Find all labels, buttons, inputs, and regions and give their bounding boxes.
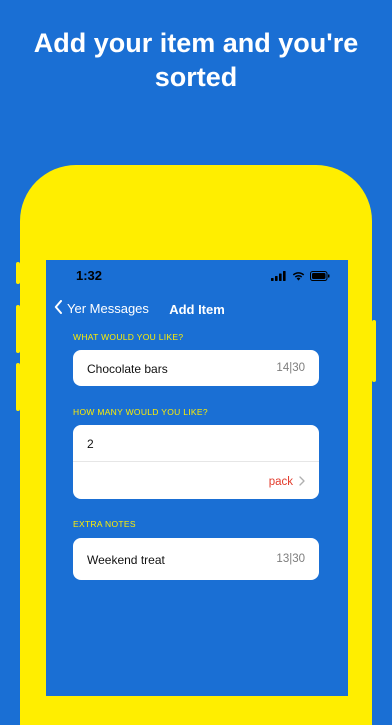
signal-icon bbox=[271, 268, 287, 286]
unit-selector[interactable]: pack bbox=[269, 473, 305, 491]
headline: Add your item and you're sorted bbox=[0, 26, 392, 94]
quantity-divider bbox=[73, 461, 319, 462]
status-bar: 1:32 bbox=[46, 268, 348, 288]
phone-screen: 1:32 Yer Messages Add Item WHAT WOULD YO… bbox=[46, 260, 348, 696]
quantity-section-label: HOW MANY WOULD YOU LIKE? bbox=[73, 407, 208, 417]
item-name-counter: 14|30 bbox=[276, 362, 305, 374]
page-title: Add Item bbox=[169, 302, 225, 317]
quantity-card: 2 pack bbox=[73, 425, 319, 499]
unit-value: pack bbox=[268, 476, 293, 488]
extra-notes-value: Weekend treat bbox=[87, 553, 165, 567]
quantity-input[interactable]: 2 bbox=[87, 437, 94, 451]
headline-line-2: sorted bbox=[154, 62, 238, 92]
phone-side-button bbox=[16, 305, 20, 353]
status-icons bbox=[271, 271, 330, 283]
item-name-value: Chocolate bars bbox=[87, 362, 168, 376]
phone-side-button bbox=[372, 320, 376, 382]
item-section-label: WHAT WOULD YOU LIKE? bbox=[73, 332, 184, 342]
item-name-field[interactable]: Chocolate bars 14|30 bbox=[73, 350, 319, 386]
chevron-right-icon bbox=[299, 473, 305, 491]
phone-side-button bbox=[16, 363, 20, 411]
navigation-bar: Yer Messages Add Item bbox=[46, 298, 348, 322]
extra-notes-counter: 13|30 bbox=[276, 553, 305, 565]
extra-notes-field[interactable]: Weekend treat 13|30 bbox=[73, 538, 319, 580]
notes-section-label: EXTRA NOTES bbox=[73, 519, 136, 529]
battery-icon bbox=[310, 268, 330, 286]
headline-line-1: Add your item and you're bbox=[33, 28, 359, 58]
wifi-icon bbox=[292, 268, 305, 286]
phone-side-button bbox=[16, 262, 20, 284]
status-time: 1:32 bbox=[76, 268, 103, 283]
